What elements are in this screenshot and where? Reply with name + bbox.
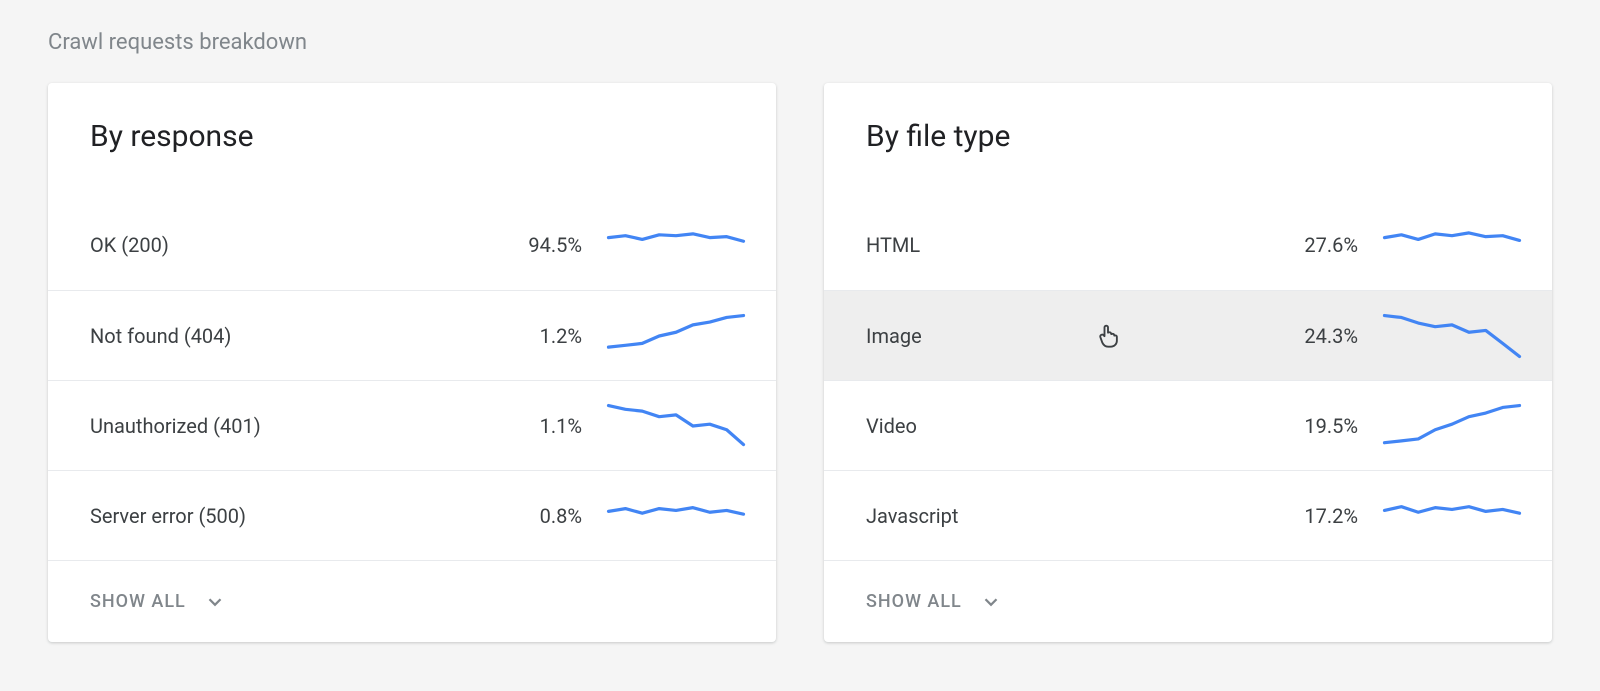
row-label: Unauthorized (401) <box>90 414 472 438</box>
row-pct: 17.2% <box>1248 504 1358 528</box>
sparkline-icon <box>1382 306 1522 366</box>
row-server-error-500[interactable]: Server error (500) 0.8% <box>48 470 776 560</box>
sparkline-icon <box>606 486 746 546</box>
row-label: Video <box>866 414 1248 438</box>
sparkline-icon <box>1382 215 1522 275</box>
row-label: Server error (500) <box>90 504 472 528</box>
chevron-down-icon <box>980 591 1002 613</box>
row-unauthorized-401[interactable]: Unauthorized (401) 1.1% <box>48 380 776 470</box>
show-all-button[interactable]: SHOW ALL <box>824 560 1552 642</box>
chevron-down-icon <box>204 591 226 613</box>
row-label: OK (200) <box>90 233 472 257</box>
sparkline-icon <box>1382 486 1522 546</box>
row-pct: 19.5% <box>1248 414 1358 438</box>
row-pct: 0.8% <box>472 504 582 528</box>
sparkline-icon <box>606 396 746 456</box>
row-label: Image <box>866 324 1248 348</box>
row-javascript[interactable]: Javascript 17.2% <box>824 470 1552 560</box>
cards-container: By response OK (200) 94.5% Not found (40… <box>48 83 1552 642</box>
page-title: Crawl requests breakdown <box>48 30 1552 55</box>
card-title-by-response: By response <box>48 83 776 200</box>
row-ok-200[interactable]: OK (200) 94.5% <box>48 200 776 290</box>
sparkline-icon <box>1382 396 1522 456</box>
sparkline-icon <box>606 215 746 275</box>
row-pct: 27.6% <box>1248 233 1358 257</box>
row-image[interactable]: Image 24.3% <box>824 290 1552 380</box>
row-pct: 1.2% <box>472 324 582 348</box>
show-all-button[interactable]: SHOW ALL <box>48 560 776 642</box>
card-title-by-file-type: By file type <box>824 83 1552 200</box>
row-pct: 94.5% <box>472 233 582 257</box>
row-not-found-404[interactable]: Not found (404) 1.2% <box>48 290 776 380</box>
show-all-label: SHOW ALL <box>90 591 186 612</box>
show-all-label: SHOW ALL <box>866 591 962 612</box>
row-html[interactable]: HTML 27.6% <box>824 200 1552 290</box>
row-label: Javascript <box>866 504 1248 528</box>
sparkline-icon <box>606 306 746 366</box>
row-video[interactable]: Video 19.5% <box>824 380 1552 470</box>
card-by-file-type: By file type HTML 27.6% Image 24.3% Vide… <box>824 83 1552 642</box>
row-pct: 24.3% <box>1248 324 1358 348</box>
card-by-response: By response OK (200) 94.5% Not found (40… <box>48 83 776 642</box>
row-label: Not found (404) <box>90 324 472 348</box>
row-label: HTML <box>866 233 1248 257</box>
row-pct: 1.1% <box>472 414 582 438</box>
